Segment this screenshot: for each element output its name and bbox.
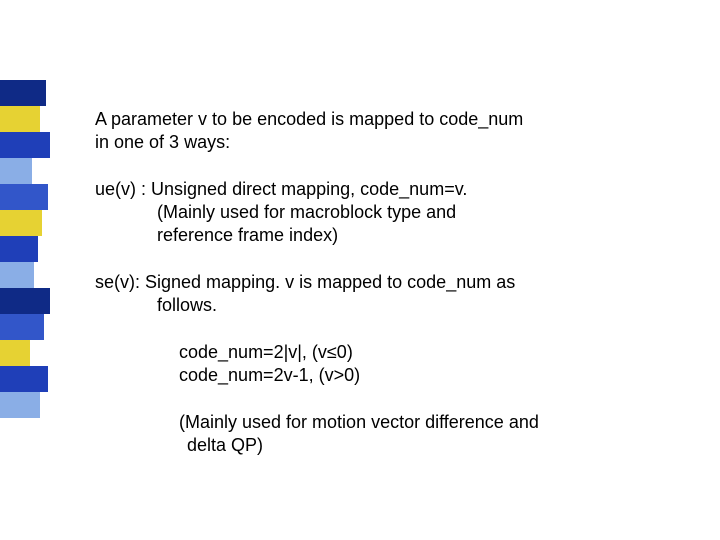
sidebar-bar bbox=[0, 262, 34, 288]
slide-content: A parameter v to be encoded is mapped to… bbox=[95, 108, 655, 481]
text-line: A parameter v to be encoded is mapped to… bbox=[95, 109, 523, 129]
text-line: follows. bbox=[95, 294, 217, 317]
se-paragraph: se(v): Signed mapping. v is mapped to co… bbox=[95, 271, 655, 317]
sidebar-bar bbox=[0, 132, 50, 158]
intro-paragraph: A parameter v to be encoded is mapped to… bbox=[95, 108, 655, 154]
sidebar-bar bbox=[0, 158, 32, 184]
text-line: (Mainly used for motion vector differenc… bbox=[95, 411, 539, 434]
note-paragraph: (Mainly used for motion vector differenc… bbox=[95, 411, 655, 457]
sidebar-bar bbox=[0, 184, 48, 210]
sidebar-bar bbox=[0, 392, 40, 418]
sidebar-bar bbox=[0, 366, 48, 392]
sidebar-bar bbox=[0, 80, 46, 106]
text-line: delta QP) bbox=[95, 434, 263, 457]
sidebar-bar bbox=[0, 210, 42, 236]
text-line: code_num=2v-1, (v>0) bbox=[95, 364, 360, 387]
sidebar-bar bbox=[0, 236, 38, 262]
text-line: se(v): Signed mapping. v is mapped to co… bbox=[95, 272, 515, 292]
sidebar-bar bbox=[0, 288, 50, 314]
text-line: (Mainly used for macroblock type and bbox=[95, 201, 456, 224]
sidebar-bar bbox=[0, 314, 44, 340]
code-num-block: code_num=2|v|, (v≤0) code_num=2v-1, (v>0… bbox=[95, 341, 655, 387]
text-line: reference frame index) bbox=[95, 224, 338, 247]
sidebar-bar bbox=[0, 106, 40, 132]
decorative-sidebar bbox=[0, 80, 52, 418]
text-line: in one of 3 ways: bbox=[95, 132, 230, 152]
sidebar-bar bbox=[0, 340, 30, 366]
text-line: code_num=2|v|, (v≤0) bbox=[95, 341, 353, 364]
ue-paragraph: ue(v) : Unsigned direct mapping, code_nu… bbox=[95, 178, 655, 247]
text-line: ue(v) : Unsigned direct mapping, code_nu… bbox=[95, 179, 467, 199]
